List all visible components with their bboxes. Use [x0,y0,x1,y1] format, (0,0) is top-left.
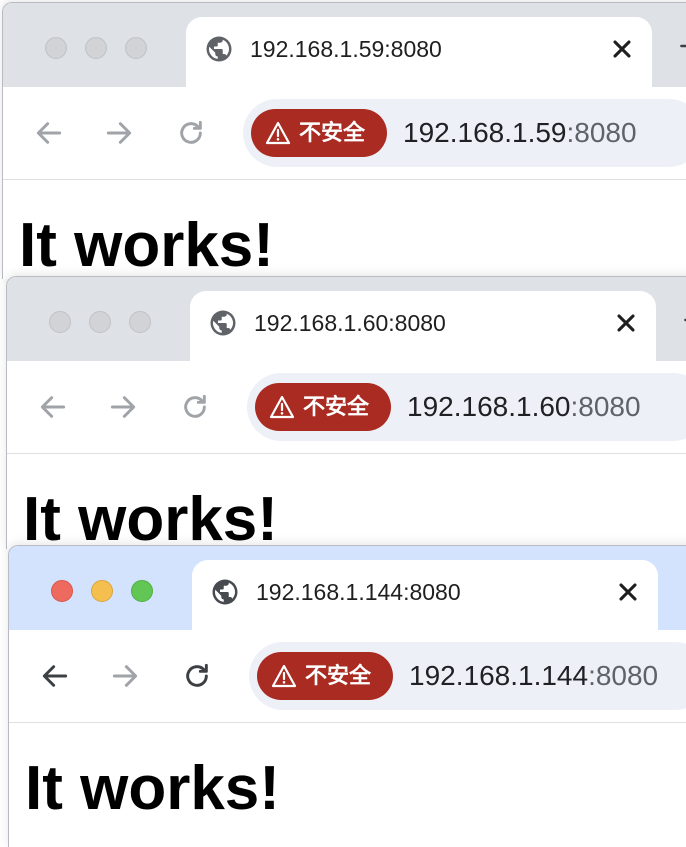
globe-icon [212,579,238,605]
tab-title: 192.168.1.59:8080 [250,36,442,62]
page-content: It works! [7,454,686,549]
close-icon[interactable] [614,578,642,606]
reload-icon[interactable] [179,391,211,423]
url-text: 192.168.1.60:8080 [407,373,641,441]
minimize-window-button[interactable] [91,580,113,602]
minimize-window-button[interactable] [89,311,111,333]
arrow-right-icon[interactable] [109,660,141,692]
browser-window-2: 192.168.1.60:8080 不安全 192.168.1.60:8080 … [6,276,686,549]
close-window-button[interactable] [51,580,73,602]
arrow-left-icon[interactable] [37,391,69,423]
reload-icon[interactable] [175,117,207,149]
close-window-button[interactable] [45,37,67,59]
zoom-window-button[interactable] [125,37,147,59]
url-port: :8080 [588,660,659,691]
close-icon[interactable] [608,35,636,63]
warning-triangle-icon [265,121,291,145]
tab-active[interactable]: 192.168.1.59:8080 [186,17,652,91]
arrow-left-icon[interactable] [33,117,65,149]
browser-window-1: 192.168.1.59:8080 不安全 192.168.1.59:8080 … [2,2,686,279]
page-content: It works! [9,723,686,847]
toolbar: 不安全 192.168.1.60:8080 [7,361,686,454]
plus-icon[interactable] [677,33,686,59]
page-heading: It works! [25,754,280,823]
warning-triangle-icon [269,395,295,419]
close-window-button[interactable] [49,311,71,333]
address-bar[interactable]: 不安全 192.168.1.60:8080 [247,373,686,441]
security-label: 不安全 [303,394,370,419]
tab-title: 192.168.1.144:8080 [256,579,461,605]
url-host: 192.168.1.59 [403,117,567,148]
plus-icon[interactable] [681,307,686,333]
zoom-window-button[interactable] [129,311,151,333]
zoom-window-button[interactable] [131,580,153,602]
security-badge[interactable]: 不安全 [257,652,393,700]
security-badge[interactable]: 不安全 [251,109,387,157]
arrow-left-icon[interactable] [39,660,71,692]
page-heading: It works! [19,211,274,279]
tab-strip: 192.168.1.59:8080 [3,3,686,91]
tab-active[interactable]: 192.168.1.60:8080 [190,291,656,365]
close-icon[interactable] [612,309,640,337]
tab-active[interactable]: 192.168.1.144:8080 [192,560,658,634]
tab-strip: 192.168.1.144:8080 [9,546,686,634]
address-bar[interactable]: 不安全 192.168.1.59:8080 [243,99,686,167]
page-content: It works! [3,180,686,279]
reload-icon[interactable] [181,660,213,692]
address-bar[interactable]: 不安全 192.168.1.144:8080 [249,642,686,710]
globe-icon [210,310,236,336]
url-host: 192.168.1.60 [407,391,571,422]
url-text: 192.168.1.59:8080 [403,99,637,167]
url-port: :8080 [570,391,641,422]
warning-triangle-icon [271,664,297,688]
globe-icon [206,36,232,62]
toolbar: 不安全 192.168.1.144:8080 [9,630,686,723]
arrow-right-icon[interactable] [107,391,139,423]
toolbar: 不安全 192.168.1.59:8080 [3,87,686,180]
url-host: 192.168.1.144 [409,660,589,691]
page-heading: It works! [23,485,278,549]
security-badge[interactable]: 不安全 [255,383,391,431]
browser-window-3: 192.168.1.144:8080 不安全 192.168.1.144:808… [8,545,686,847]
url-port: :8080 [566,117,637,148]
arrow-right-icon[interactable] [103,117,135,149]
tab-strip: 192.168.1.60:8080 [7,277,686,365]
security-label: 不安全 [299,120,366,145]
tab-title: 192.168.1.60:8080 [254,310,446,336]
minimize-window-button[interactable] [85,37,107,59]
security-label: 不安全 [305,663,372,688]
url-text: 192.168.1.144:8080 [409,642,658,710]
